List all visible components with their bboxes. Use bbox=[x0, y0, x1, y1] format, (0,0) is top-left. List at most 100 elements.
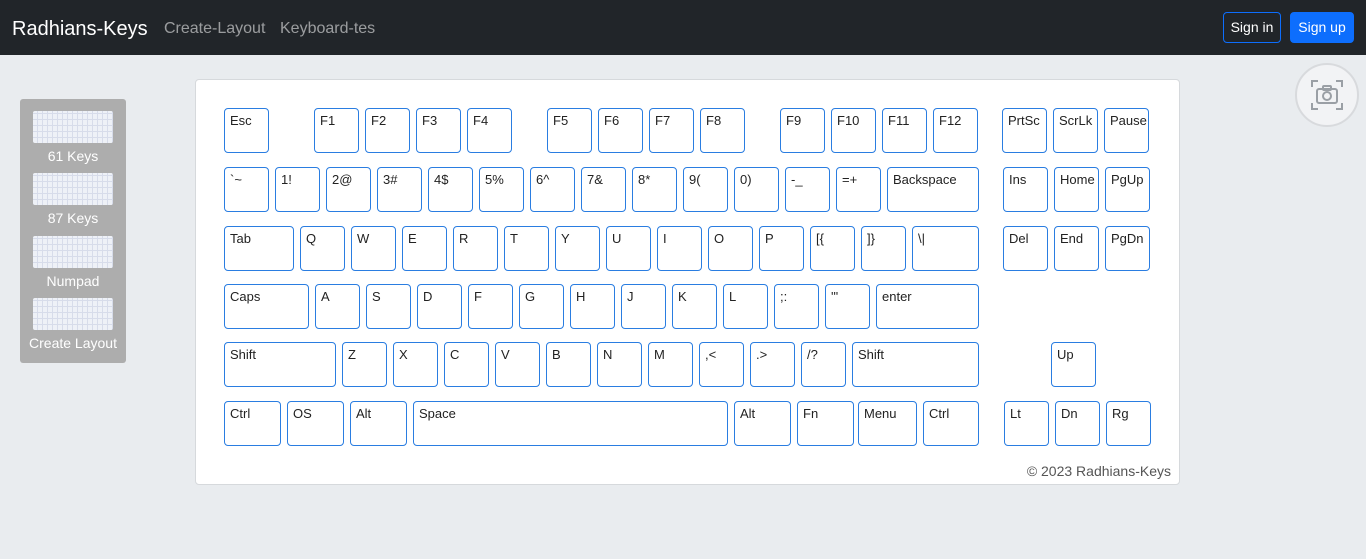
key-pgdn[interactable]: PgDn bbox=[1105, 226, 1150, 271]
key-caps[interactable]: Caps bbox=[224, 284, 309, 329]
key-f5[interactable]: F5 bbox=[547, 108, 592, 153]
key-7[interactable]: 7& bbox=[581, 167, 626, 212]
key-sym4-10[interactable]: /? bbox=[801, 342, 846, 387]
key-sym3-11[interactable]: '" bbox=[825, 284, 870, 329]
key-y[interactable]: Y bbox=[555, 226, 600, 271]
key-w[interactable]: W bbox=[351, 226, 396, 271]
key-dn[interactable]: Dn bbox=[1055, 401, 1100, 446]
key-shift[interactable]: Shift bbox=[852, 342, 979, 387]
key-ins[interactable]: Ins bbox=[1003, 167, 1048, 212]
key-sym1-11[interactable]: -_ bbox=[785, 167, 830, 212]
key-f9[interactable]: F9 bbox=[780, 108, 825, 153]
key-m[interactable]: M bbox=[648, 342, 693, 387]
key-3[interactable]: 3# bbox=[377, 167, 422, 212]
sidebar-item-label: 61 Keys bbox=[47, 148, 99, 164]
key-f2[interactable]: F2 bbox=[365, 108, 410, 153]
key-a[interactable]: A bbox=[315, 284, 360, 329]
key-u[interactable]: U bbox=[606, 226, 651, 271]
key-end[interactable]: End bbox=[1054, 226, 1099, 271]
key-sym1-12[interactable]: =+ bbox=[836, 167, 881, 212]
key-6[interactable]: 6^ bbox=[530, 167, 575, 212]
screenshot-button[interactable] bbox=[1295, 63, 1359, 127]
key-8[interactable]: 8* bbox=[632, 167, 677, 212]
key-del[interactable]: Del bbox=[1003, 226, 1048, 271]
key-prtsc[interactable]: PrtSc bbox=[1002, 108, 1047, 153]
key-v[interactable]: V bbox=[495, 342, 540, 387]
key-x[interactable]: X bbox=[393, 342, 438, 387]
key-d[interactable]: D bbox=[417, 284, 462, 329]
layout-sidebar: 61 Keys 87 Keys Numpad Create Layout bbox=[20, 99, 126, 363]
key-sym2-12[interactable]: ]} bbox=[861, 226, 906, 271]
key-fn[interactable]: Fn bbox=[797, 401, 854, 446]
key-f1[interactable]: F1 bbox=[314, 108, 359, 153]
keyboard-thumbnail bbox=[33, 111, 113, 143]
key-shift[interactable]: Shift bbox=[224, 342, 336, 387]
key-pause[interactable]: Pause bbox=[1104, 108, 1149, 153]
key-2[interactable]: 2@ bbox=[326, 167, 371, 212]
key-scrlk[interactable]: ScrLk bbox=[1053, 108, 1098, 153]
key-sym3-10[interactable]: ;: bbox=[774, 284, 819, 329]
brand-logo[interactable]: Radhians-Keys bbox=[12, 15, 148, 43]
keyboard-thumbnail bbox=[33, 298, 113, 330]
key-f3[interactable]: F3 bbox=[416, 108, 461, 153]
key-rg[interactable]: Rg bbox=[1106, 401, 1151, 446]
key-i[interactable]: I bbox=[657, 226, 702, 271]
key-home[interactable]: Home bbox=[1054, 167, 1099, 212]
key-f11[interactable]: F11 bbox=[882, 108, 927, 153]
key-r[interactable]: R bbox=[453, 226, 498, 271]
key-sym2-11[interactable]: [{ bbox=[810, 226, 855, 271]
camera-icon bbox=[1311, 80, 1343, 110]
key-b[interactable]: B bbox=[546, 342, 591, 387]
key-f12[interactable]: F12 bbox=[933, 108, 978, 153]
key-0[interactable]: 0) bbox=[734, 167, 779, 212]
key-backspace[interactable]: Backspace bbox=[887, 167, 979, 212]
key-5[interactable]: 5% bbox=[479, 167, 524, 212]
key-g[interactable]: G bbox=[519, 284, 564, 329]
key-tab[interactable]: Tab bbox=[224, 226, 294, 271]
key-s[interactable]: S bbox=[366, 284, 411, 329]
key-f10[interactable]: F10 bbox=[831, 108, 876, 153]
key-os[interactable]: OS bbox=[287, 401, 344, 446]
key-f4[interactable]: F4 bbox=[467, 108, 512, 153]
key-enter[interactable]: enter bbox=[876, 284, 979, 329]
key-p[interactable]: P bbox=[759, 226, 804, 271]
sidebar-item-label: Numpad bbox=[46, 273, 100, 289]
sign-up-button[interactable]: Sign up bbox=[1290, 12, 1354, 43]
key-ctrl[interactable]: Ctrl bbox=[224, 401, 281, 446]
key-f[interactable]: F bbox=[468, 284, 513, 329]
key-space[interactable]: Space bbox=[413, 401, 728, 446]
key-z[interactable]: Z bbox=[342, 342, 387, 387]
key-alt[interactable]: Alt bbox=[734, 401, 791, 446]
key-sym2-13[interactable]: \| bbox=[912, 226, 979, 271]
key-9[interactable]: 9( bbox=[683, 167, 728, 212]
key-q[interactable]: Q bbox=[300, 226, 345, 271]
key-up[interactable]: Up bbox=[1051, 342, 1096, 387]
key-h[interactable]: H bbox=[570, 284, 615, 329]
key-f6[interactable]: F6 bbox=[598, 108, 643, 153]
key-f8[interactable]: F8 bbox=[700, 108, 745, 153]
key-1[interactable]: 1! bbox=[275, 167, 320, 212]
footer-copyright: © 2023 Radhians-Keys bbox=[1026, 463, 1171, 479]
key-sym1-0[interactable]: `~ bbox=[224, 167, 269, 212]
key-alt[interactable]: Alt bbox=[350, 401, 407, 446]
key-e[interactable]: E bbox=[402, 226, 447, 271]
key-esc[interactable]: Esc bbox=[224, 108, 269, 153]
key-4[interactable]: 4$ bbox=[428, 167, 473, 212]
key-sym4-9[interactable]: .> bbox=[750, 342, 795, 387]
key-pgup[interactable]: PgUp bbox=[1105, 167, 1150, 212]
nav-link-create-layout[interactable]: Create-Layout bbox=[164, 18, 265, 40]
key-f7[interactable]: F7 bbox=[649, 108, 694, 153]
key-k[interactable]: K bbox=[672, 284, 717, 329]
key-sym4-8[interactable]: ,< bbox=[699, 342, 744, 387]
key-o[interactable]: O bbox=[708, 226, 753, 271]
nav-link-keyboard-test[interactable]: Keyboard-tes bbox=[280, 18, 375, 40]
key-lt[interactable]: Lt bbox=[1004, 401, 1049, 446]
key-menu[interactable]: Menu bbox=[858, 401, 917, 446]
key-c[interactable]: C bbox=[444, 342, 489, 387]
key-l[interactable]: L bbox=[723, 284, 768, 329]
key-j[interactable]: J bbox=[621, 284, 666, 329]
key-ctrl[interactable]: Ctrl bbox=[923, 401, 979, 446]
sign-in-button[interactable]: Sign in bbox=[1223, 12, 1281, 43]
key-t[interactable]: T bbox=[504, 226, 549, 271]
key-n[interactable]: N bbox=[597, 342, 642, 387]
